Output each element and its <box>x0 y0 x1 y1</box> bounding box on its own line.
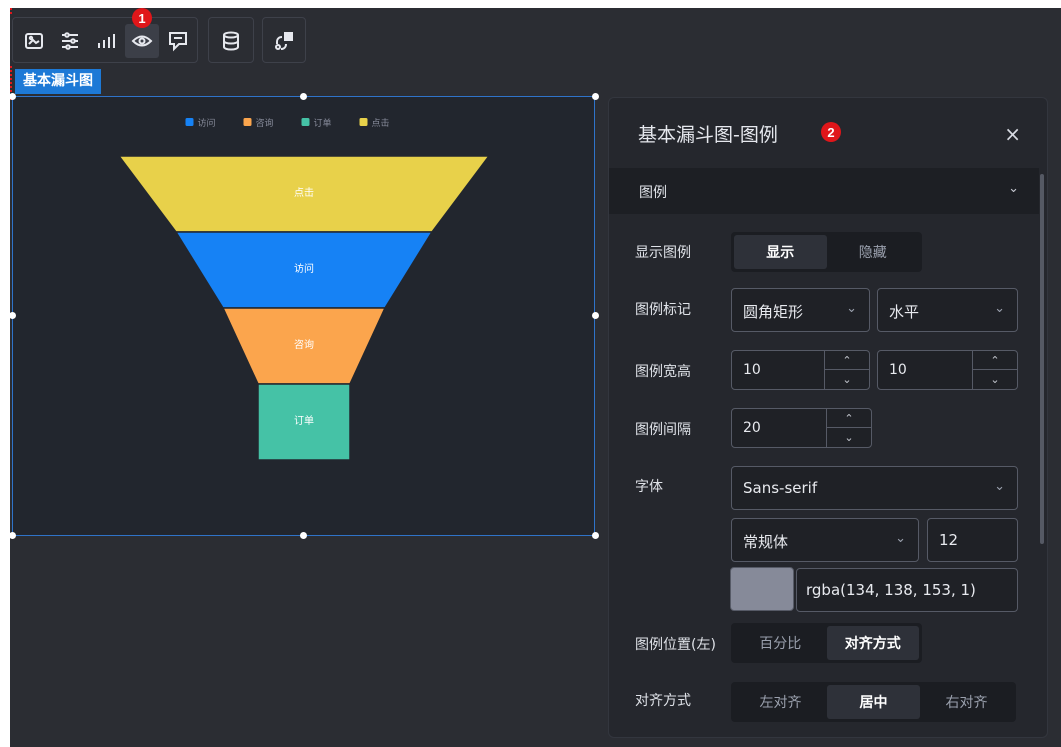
component-tag[interactable]: 基本漏斗图 <box>15 69 101 94</box>
legend-size-label: 图例宽高 <box>635 364 691 380</box>
resize-handle[interactable] <box>300 93 307 100</box>
legend-width-stepper[interactable]: 10 ⌃ ⌄ <box>731 350 870 390</box>
scrollbar[interactable] <box>1040 174 1044 544</box>
sliders-icon[interactable] <box>53 24 87 58</box>
font-size-input[interactable]: 12 <box>927 518 1018 562</box>
close-icon[interactable]: × <box>1004 122 1021 146</box>
panel-title: 基本漏斗图-图例 <box>638 124 778 146</box>
chevron-down-icon: ⌄ <box>1008 181 1019 196</box>
toolbar-group-interaction <box>262 17 306 63</box>
legend-gap-stepper[interactable]: 20 ⌃ ⌄ <box>731 408 872 448</box>
show-legend-toggle: 显示 隐藏 <box>731 232 922 272</box>
resize-handle[interactable] <box>592 93 599 100</box>
chevron-down-icon[interactable]: ⌄ <box>825 370 869 389</box>
section-title: 图例 <box>639 185 667 201</box>
legend-marker <box>359 118 368 126</box>
font-family-value: Sans-serif <box>743 479 818 497</box>
font-color-input[interactable]: rgba(134, 138, 153, 1) <box>796 568 1018 612</box>
legend-item[interactable]: 点击 <box>372 117 390 129</box>
resize-handle[interactable] <box>9 312 16 319</box>
legend-item[interactable]: 咨询 <box>256 117 274 129</box>
align-left-option[interactable]: 左对齐 <box>734 685 827 719</box>
font-style-value: 常规体 <box>743 533 789 551</box>
chevron-down-icon: ⌄ <box>994 479 1005 494</box>
legend-height-value: 10 <box>889 362 907 378</box>
chevron-up-icon[interactable]: ⌃ <box>973 351 1017 370</box>
chevron-down-icon: ⌄ <box>994 301 1005 316</box>
resize-handle[interactable] <box>9 93 16 100</box>
chevron-up-icon[interactable]: ⌃ <box>825 351 869 370</box>
align-toggle: 左对齐 居中 右对齐 <box>731 682 1016 722</box>
font-label: 字体 <box>635 479 663 495</box>
align-label: 对齐方式 <box>635 693 691 709</box>
resize-handle[interactable] <box>300 532 307 539</box>
funnel-segment-label: 点击 <box>294 187 314 199</box>
font-size-value: 12 <box>939 531 959 549</box>
legend-position-label: 图例位置(左) <box>635 637 716 653</box>
funnel-segment-label: 访问 <box>294 262 314 275</box>
legend-settings-panel: 基本漏斗图-图例 2 × 图例 ⌄ 显示图例 显示 隐藏 图例标记 圆角矩形 ⌄… <box>608 97 1048 738</box>
font-color-swatch[interactable] <box>730 567 794 611</box>
resize-handle[interactable] <box>592 312 599 319</box>
funnel-svg: 访问 咨询 订单 点击点击访问咨询订单 <box>117 117 491 461</box>
legend-height-stepper[interactable]: 10 ⌃ ⌄ <box>877 350 1018 390</box>
stepper-controls: ⌃ ⌄ <box>972 351 1017 389</box>
chevron-down-icon: ⌄ <box>846 301 857 316</box>
legend-orient-value: 水平 <box>889 303 920 321</box>
toolbar-badge: 1 <box>132 8 152 28</box>
legend-item[interactable]: 订单 <box>314 117 332 129</box>
legend-shape-select[interactable]: 圆角矩形 ⌄ <box>731 288 870 332</box>
resize-handle[interactable] <box>9 532 16 539</box>
show-option[interactable]: 显示 <box>734 235 827 269</box>
legend-gap-label: 图例间隔 <box>635 422 691 438</box>
stepper-controls: ⌃ ⌄ <box>826 409 871 447</box>
font-family-select[interactable]: Sans-serif ⌄ <box>731 466 1018 510</box>
funnel-segment-label: 订单 <box>294 415 314 427</box>
chevron-down-icon: ⌄ <box>895 531 906 546</box>
database-icon[interactable] <box>214 24 248 58</box>
eye-icon[interactable] <box>125 24 159 58</box>
section-header[interactable]: 图例 ⌄ <box>609 168 1039 214</box>
legend-width-value: 10 <box>743 362 761 378</box>
font-style-select[interactable]: 常规体 ⌄ <box>731 518 919 562</box>
legend-position-toggle: 百分比 对齐方式 <box>731 623 922 663</box>
legend-shape-value: 圆角矩形 <box>743 303 804 321</box>
chevron-down-icon[interactable]: ⌄ <box>973 370 1017 389</box>
funnel-chart[interactable]: 访问 咨询 订单 点击 点击 访问 咨询 订单 <box>12 96 595 536</box>
align-right-option[interactable]: 右对齐 <box>920 685 1013 719</box>
chevron-up-icon[interactable]: ⌃ <box>827 409 871 428</box>
comment-icon[interactable] <box>161 24 195 58</box>
legend-item[interactable]: 访问 <box>198 117 216 129</box>
align-mode-option[interactable]: 对齐方式 <box>826 626 919 660</box>
legend-gap-value: 20 <box>743 420 761 436</box>
legend-marker <box>185 118 194 126</box>
funnel-segment-label: 咨询 <box>294 338 314 351</box>
stepper-controls: ⌃ ⌄ <box>824 351 869 389</box>
legend-marker <box>243 118 252 126</box>
interaction-icon[interactable] <box>267 24 301 58</box>
legend-orient-select[interactable]: 水平 ⌄ <box>877 288 1018 332</box>
legend-marker <box>301 118 310 126</box>
font-color-value: rgba(134, 138, 153, 1) <box>806 581 976 599</box>
bar-chart-icon[interactable] <box>89 24 123 58</box>
toolbar-group-style <box>12 17 198 63</box>
chevron-down-icon[interactable]: ⌄ <box>827 428 871 447</box>
legend-mark-label: 图例标记 <box>635 302 691 318</box>
panel-badge: 2 <box>821 122 841 142</box>
align-center-option[interactable]: 居中 <box>827 685 920 719</box>
resize-handle[interactable] <box>592 532 599 539</box>
toolbar-group-data <box>208 17 254 63</box>
image-icon[interactable] <box>17 24 51 58</box>
show-legend-label: 显示图例 <box>635 245 691 261</box>
hide-option[interactable]: 隐藏 <box>827 235 920 269</box>
percent-option[interactable]: 百分比 <box>734 626 827 660</box>
